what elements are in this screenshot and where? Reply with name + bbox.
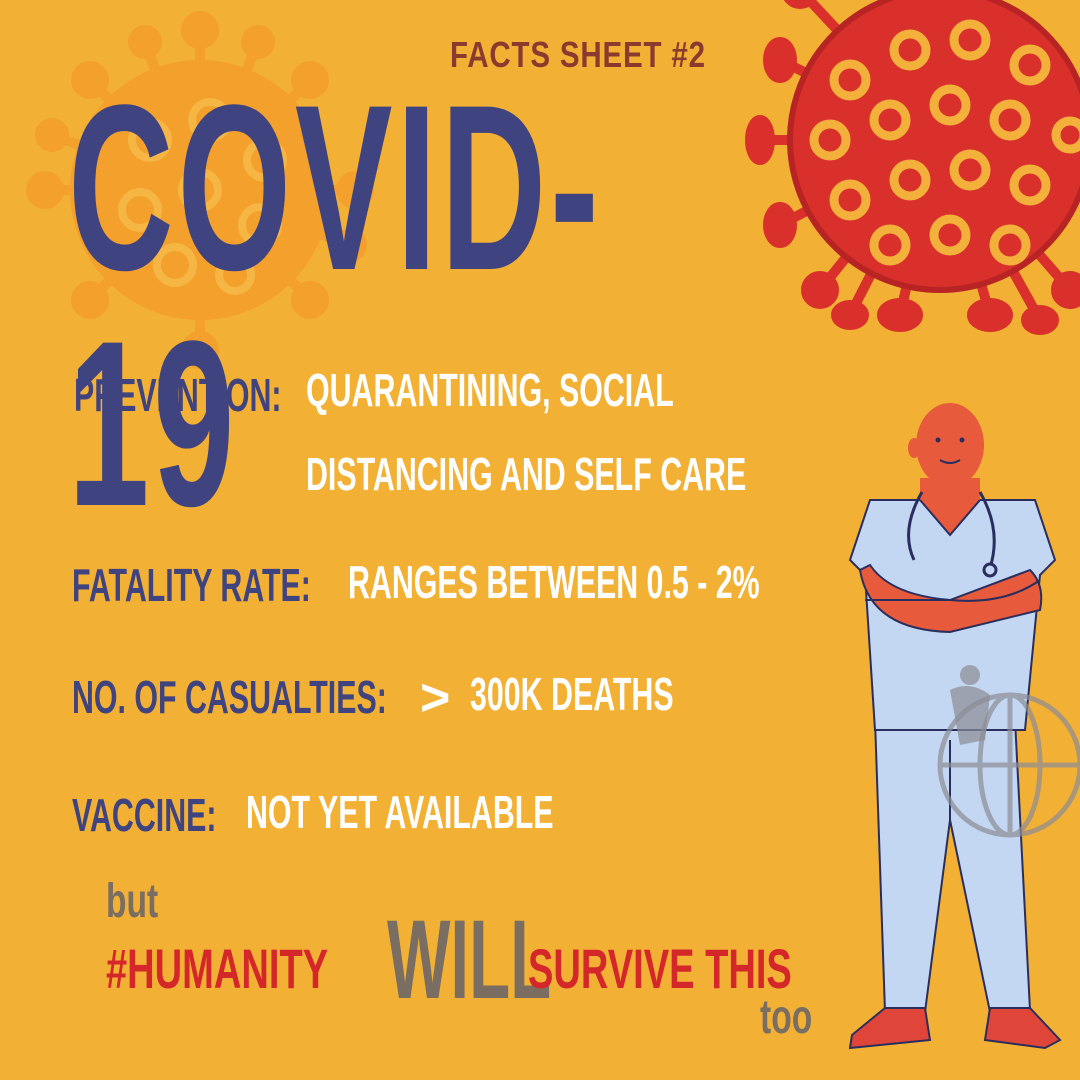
fact-value-fatality-rate: RANGES BETWEEN 0.5 - 2% (348, 556, 760, 608)
tagline-hashtag: #HUMANITY (106, 937, 329, 1000)
tagline-but: but (106, 875, 159, 928)
greater-than-symbol: > (420, 669, 451, 727)
fact-value-prevention: QUARANTINING, SOCIAL DISTANCING AND SELF… (306, 362, 746, 502)
fact-value-casualties: 300K DEATHS (470, 668, 674, 720)
virus-illustration-red (745, 0, 1080, 335)
fact-label-fatality-rate: FATALITY RATE: (72, 559, 311, 611)
globe-watermark-icon (937, 665, 1080, 838)
fact-label-vaccine: VACCINE: (72, 789, 217, 841)
tagline-survive: SURVIVE THIS (528, 937, 792, 1000)
fact-label-casualties: NO. OF CASUALTIES: (72, 671, 387, 723)
fact-value-prevention-line1: QUARANTINING, SOCIAL (306, 364, 674, 416)
fact-value-vaccine: NOT YET AVAILABLE (246, 786, 554, 838)
poster: FACTS SHEET #2 COVID-19 PREVENTION: QUAR… (0, 0, 1080, 1080)
tagline-too: too (760, 991, 813, 1044)
fact-value-prevention-line2: DISTANCING AND SELF CARE (306, 448, 747, 500)
fact-label-prevention: PREVENTION: (74, 369, 282, 421)
tagline-will: WILL (387, 897, 552, 1022)
